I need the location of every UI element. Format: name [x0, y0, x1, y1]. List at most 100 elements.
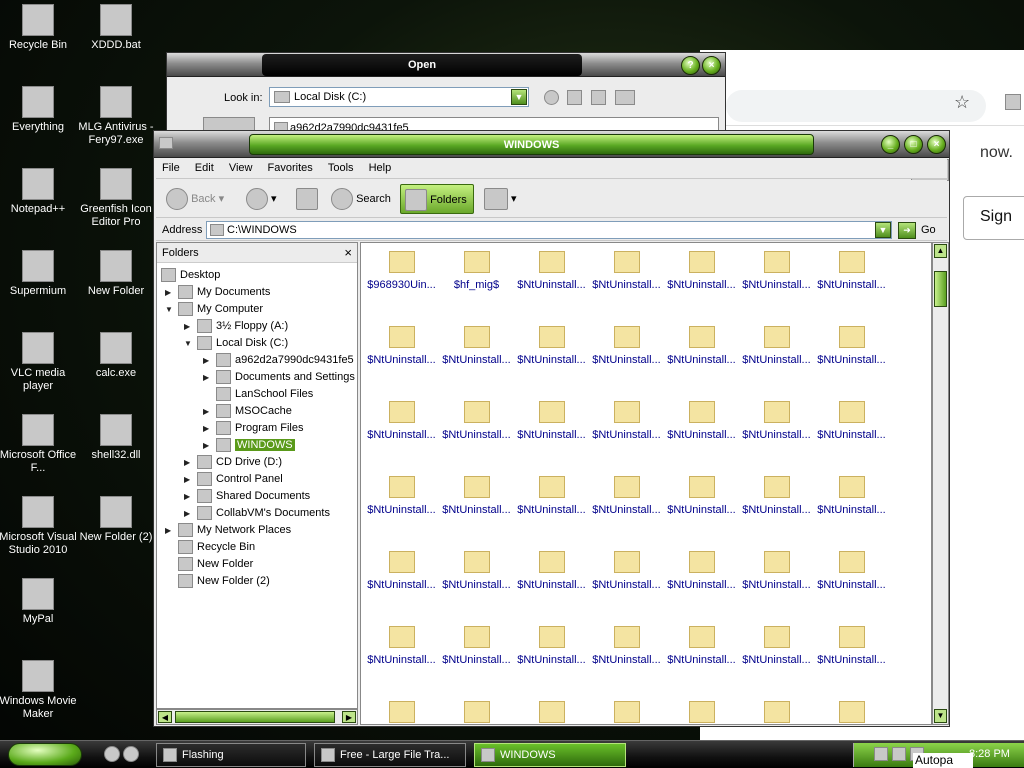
file-item[interactable]: $NtUninstall...: [364, 395, 439, 470]
file-item[interactable]: $NtUninstall...: [589, 620, 664, 695]
file-item[interactable]: [514, 695, 589, 724]
file-item[interactable]: $hf_mig$: [439, 245, 514, 320]
tree-item-recycle-bin[interactable]: Recycle Bin: [178, 539, 255, 556]
file-item[interactable]: $NtUninstall...: [814, 620, 889, 695]
browser-icon[interactable]: [123, 746, 139, 762]
vertical-scrollbar[interactable]: ▲ ▼: [932, 242, 949, 725]
file-item[interactable]: $NtUninstall...: [814, 320, 889, 395]
tray-document-icon[interactable]: [874, 747, 888, 761]
up-button[interactable]: [296, 184, 318, 214]
tree-item-my-documents[interactable]: ▶ My Documents: [165, 284, 270, 301]
scroll-down-icon[interactable]: ▼: [934, 709, 947, 723]
minimize-button[interactable]: _: [881, 135, 900, 154]
tree-item-new-folder[interactable]: New Folder: [178, 556, 253, 573]
tree-item-my-computer[interactable]: ▼ My Computer: [165, 301, 263, 318]
tree-item-documents-and-settings[interactable]: ▶ Documents and Settings: [203, 369, 355, 386]
close-button[interactable]: ×: [702, 56, 721, 75]
extensions-icon[interactable]: [1005, 94, 1021, 110]
file-item[interactable]: $NtUninstall...: [739, 320, 814, 395]
file-item[interactable]: $968930Uin...: [364, 245, 439, 320]
expand-icon[interactable]: ▶: [203, 437, 213, 454]
menu-tools[interactable]: Tools: [322, 159, 360, 174]
tree-item-my-network-places[interactable]: ▶ My Network Places: [165, 522, 291, 539]
file-view[interactable]: $968930Uin... $hf_mig$ $NtUninstall... $NtU…: [360, 242, 932, 725]
explorer-titlebar[interactable]: WINDOWS _ □ ×: [154, 131, 949, 158]
expand-icon[interactable]: ▶: [203, 369, 213, 386]
look-in-dropdown[interactable]: Local Disk (C:) ▼: [269, 87, 529, 107]
expand-icon[interactable]: ▶: [184, 471, 194, 488]
forward-button[interactable]: ▾: [246, 184, 277, 214]
taskbar-button-browser[interactable]: Free - Large File Tra...: [314, 743, 466, 767]
scroll-thumb[interactable]: [175, 711, 335, 723]
tree-item-lanschool-files[interactable]: LanSchool Files: [216, 386, 313, 403]
views-button[interactable]: ▾: [484, 184, 517, 214]
desktop-icon-supermium[interactable]: Supermium: [0, 250, 78, 298]
expand-icon[interactable]: ▶: [184, 505, 194, 522]
desktop-icon-new-folder-2[interactable]: New Folder (2): [76, 496, 156, 544]
file-item[interactable]: [814, 695, 889, 724]
tree-item-local-disk[interactable]: ▼ Local Disk (C:): [184, 335, 288, 352]
file-item[interactable]: $NtUninstall...: [589, 245, 664, 320]
expand-icon[interactable]: ▶: [165, 284, 175, 301]
desktop-icon-shell32[interactable]: shell32.dll: [76, 414, 156, 462]
horizontal-scrollbar[interactable]: ◀ ▶: [156, 709, 358, 725]
tree-item-msocache[interactable]: ▶ MSOCache: [203, 403, 292, 420]
maximize-button[interactable]: □: [904, 135, 923, 154]
file-item[interactable]: $NtUninstall...: [514, 545, 589, 620]
file-item[interactable]: $NtUninstall...: [664, 245, 739, 320]
back-button[interactable]: Back ▾: [166, 184, 224, 214]
file-item[interactable]: [439, 695, 514, 724]
file-item[interactable]: $NtUninstall...: [439, 620, 514, 695]
bookmark-star-icon[interactable]: ☆: [954, 92, 970, 113]
desktop-icon-new-folder[interactable]: New Folder: [76, 250, 156, 298]
file-item[interactable]: $NtUninstall...: [664, 545, 739, 620]
help-button[interactable]: ?: [681, 56, 700, 75]
folders-button[interactable]: Folders: [400, 184, 474, 214]
scroll-right-icon[interactable]: ▶: [342, 711, 356, 723]
file-item[interactable]: [664, 695, 739, 724]
tree-item-control-panel[interactable]: ▶ Control Panel: [184, 471, 283, 488]
expand-icon[interactable]: ▶: [184, 318, 194, 335]
file-item[interactable]: $NtUninstall...: [739, 545, 814, 620]
clock[interactable]: 8:28 PM: [969, 748, 1010, 760]
desktop-icon-movie-maker[interactable]: Windows Movie Maker: [0, 660, 78, 721]
expand-icon[interactable]: ▶: [203, 403, 213, 420]
desktop-icon-xddd-bat[interactable]: XDDD.bat: [76, 4, 156, 52]
desktop-icon-mlg-antivirus[interactable]: MLG Antivirus - Fery97.exe: [76, 86, 156, 147]
file-item[interactable]: $NtUninstall...: [514, 395, 589, 470]
address-input[interactable]: C:\WINDOWS ▼: [206, 221, 892, 239]
file-item[interactable]: $NtUninstall...: [514, 470, 589, 545]
taskbar-button-windows[interactable]: WINDOWS: [474, 743, 626, 767]
chevron-down-icon[interactable]: ▼: [875, 222, 891, 238]
collapse-icon[interactable]: ▼: [165, 301, 175, 318]
file-item[interactable]: $NtUninstall...: [589, 320, 664, 395]
file-item[interactable]: $NtUninstall...: [364, 320, 439, 395]
tree-item-shared-documents[interactable]: ▶ Shared Documents: [184, 488, 310, 505]
new-folder-icon[interactable]: [591, 90, 606, 105]
file-item[interactable]: $NtUninstall...: [739, 620, 814, 695]
file-item[interactable]: $NtUninstall...: [739, 395, 814, 470]
browser-address-bar[interactable]: [726, 90, 986, 122]
file-item[interactable]: $NtUninstall...: [364, 470, 439, 545]
file-item[interactable]: $NtUninstall...: [514, 320, 589, 395]
taskbar-button-flashing[interactable]: Flashing: [156, 743, 306, 767]
desktop-icon-recycle-bin[interactable]: Recycle Bin: [0, 4, 78, 52]
collapse-icon[interactable]: ▼: [184, 335, 194, 352]
tree-item-collabvm-documents[interactable]: ▶ CollabVM's Documents: [184, 505, 330, 522]
start-button[interactable]: [8, 743, 82, 766]
desktop-icon-mypal[interactable]: MyPal: [0, 578, 78, 626]
menu-edit[interactable]: Edit: [189, 159, 220, 174]
menu-help[interactable]: Help: [363, 159, 398, 174]
file-item[interactable]: $NtUninstall...: [814, 395, 889, 470]
file-item[interactable]: $NtUninstall...: [739, 470, 814, 545]
expand-icon[interactable]: ▶: [203, 420, 213, 437]
desktop-icon-office[interactable]: Microsoft Office F...: [0, 414, 78, 475]
internet-explorer-icon[interactable]: [104, 746, 120, 762]
close-icon[interactable]: ×: [344, 245, 352, 260]
tree-item-desktop[interactable]: Desktop: [161, 267, 220, 284]
menu-file[interactable]: File: [156, 159, 186, 174]
view-menu-icon[interactable]: [615, 90, 635, 105]
scroll-up-icon[interactable]: ▲: [934, 244, 947, 258]
file-item[interactable]: $NtUninstall...: [439, 395, 514, 470]
file-item[interactable]: $NtUninstall...: [364, 620, 439, 695]
